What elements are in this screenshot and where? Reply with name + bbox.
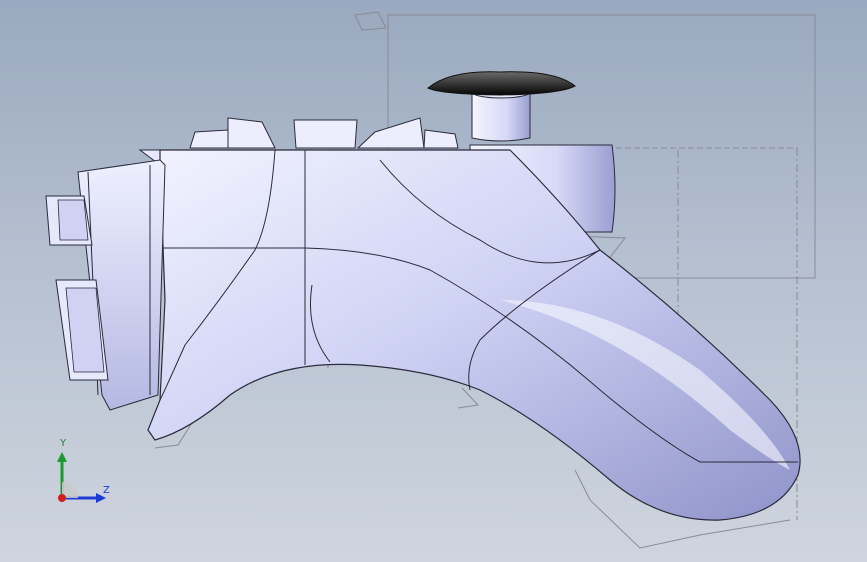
triad-axes (57, 452, 106, 503)
model-canvas[interactable] (0, 0, 867, 562)
graphics-viewport[interactable]: Y Z (0, 0, 867, 562)
x-axis-dot (58, 494, 66, 502)
shoulder-button-upper[interactable] (45, 195, 93, 246)
orientation-triad[interactable]: Y Z (48, 438, 118, 510)
thumbstick[interactable] (427, 71, 576, 142)
z-axis-label: Z (103, 485, 110, 496)
controller-body[interactable] (138, 149, 801, 521)
y-axis-arrow (57, 452, 67, 462)
face-buttons[interactable] (189, 117, 459, 149)
y-axis-label: Y (60, 438, 67, 449)
